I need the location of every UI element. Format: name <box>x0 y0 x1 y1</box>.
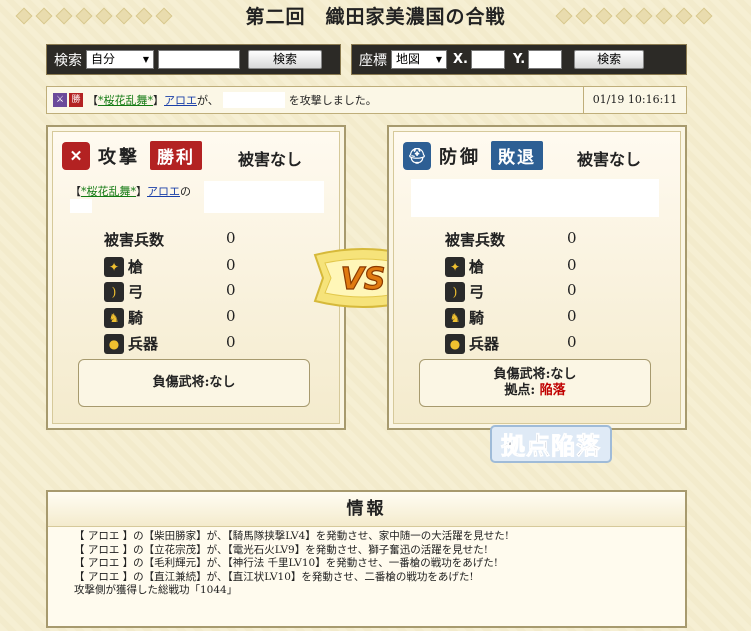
chevron-down-icon: ▼ <box>435 55 442 64</box>
defense-header: ⛑ 防御 敗退 <box>403 141 543 170</box>
bow-icon: ) <box>445 282 465 302</box>
defense-damage-status: 被害なし <box>577 150 642 169</box>
coordinate-bar: 座標 地図 ▼ X. Y. 検索 <box>351 44 687 75</box>
search-input[interactable] <box>158 50 240 69</box>
attack-alliance-link[interactable]: *桜花乱舞* <box>81 185 136 198</box>
bow-icon: ) <box>104 282 124 302</box>
defense-unit-weapon: 兵器 <box>469 335 500 353</box>
defense-owner-redacted <box>411 179 659 217</box>
search-scope-value: 自分 <box>91 52 116 66</box>
defense-injured-box: 負傷武将:なし 拠点: 陥落 <box>419 359 651 407</box>
target-redacted <box>222 92 285 108</box>
attack-header: ✕ 攻撃 勝利 <box>62 141 202 170</box>
horse-icon: ♞ <box>445 308 465 328</box>
attack-unit-cavalry: 騎 <box>128 309 144 327</box>
attack-injured-generals: 負傷武将:なし <box>152 375 236 390</box>
spear-icon: ✦ <box>104 257 124 277</box>
attack-panel: ✕ 攻撃 勝利 被害なし 【*桜花乱舞*】アロエの 被害兵数 0 ✦ 槍 0 )… <box>46 125 346 430</box>
attack-owner: 【*桜花乱舞*】アロエの <box>70 183 191 199</box>
info-lines: 【 アロエ 】の【柴田勝家】が、【騎馬隊挟撃LV4】を発動させ、家中随一の大活躍… <box>74 530 509 598</box>
weapon-icon: ● <box>104 334 124 354</box>
defense-losses-label: 被害兵数 <box>445 231 506 249</box>
log-timestamp: 01/19 10:16:11 <box>583 87 686 113</box>
base-label: 拠点: <box>504 383 536 398</box>
base-fallen-value: 陥落 <box>539 383 566 398</box>
map-select-value: 地図 <box>396 52 421 66</box>
defense-unit-spear: 槍 <box>469 258 485 276</box>
player-link[interactable]: アロエ <box>164 92 197 108</box>
info-heading: 情報 <box>48 492 685 527</box>
attack-unit-bow: 弓 <box>128 283 144 301</box>
base-fallen-emblem: 拠点陥落 <box>490 425 612 463</box>
alliance-link[interactable]: *桜花乱舞* <box>98 92 153 108</box>
defense-result-badge: 敗退 <box>491 141 543 170</box>
battle-log-row: ⚔ 勝 【 *桜花乱舞* 】 アロエ が、 を攻撃しました。 01/19 10:… <box>46 86 687 114</box>
log-text-ga: が、 <box>197 94 219 107</box>
attack-injured-box: 負傷武将:なし <box>78 359 310 407</box>
defense-injured-generals: 負傷武将:なし <box>493 367 577 382</box>
search-scope-select[interactable]: 自分 ▼ <box>86 50 154 69</box>
x-coordinate-input[interactable] <box>470 50 505 69</box>
attack-unit-weapon: 兵器 <box>128 335 159 353</box>
coordinate-label: 座標 <box>359 52 387 69</box>
defense-unit-cavalry-value: 0 <box>567 307 577 325</box>
chevron-down-icon: ▼ <box>142 55 149 64</box>
defense-panel: ⛑ 防御 敗退 被害なし 被害兵数 0 ✦ 槍 0 ) 弓 0 ♞ 騎 0 ● … <box>387 125 687 430</box>
defense-base-status: 拠点: 陥落 <box>420 383 650 399</box>
log-bracket-open: 【 <box>87 94 98 107</box>
attack-damage-status: 被害なし <box>238 150 303 169</box>
info-line: 攻撃側が獲得した総戦功「1044」 <box>74 584 238 596</box>
attack-unit-spear-value: 0 <box>226 256 236 274</box>
base-fallen-text: 拠点陥落 <box>501 431 601 460</box>
weapon-icon: ● <box>445 334 465 354</box>
y-label: Y. <box>512 52 526 67</box>
defense-unit-bow: 弓 <box>469 283 485 301</box>
attack-unit-bow-value: 0 <box>226 281 236 299</box>
spear-icon: ✦ <box>445 257 465 277</box>
attack-base-redacted <box>204 181 324 213</box>
attack-losses-value: 0 <box>226 229 236 247</box>
owner-bracket-close: 】 <box>136 185 147 198</box>
attack-unit-spear: 槍 <box>128 258 144 276</box>
page-title: 第二回 織田家美濃国の合戦 <box>245 6 506 28</box>
horse-icon: ♞ <box>104 308 124 328</box>
attack-title: 攻撃 <box>98 146 140 168</box>
defense-title: 防御 <box>439 146 481 168</box>
info-panel: 情報 【 アロエ 】の【柴田勝家】が、【騎馬隊挟撃LV4】を発動させ、家中随一の… <box>46 490 687 628</box>
search-button[interactable]: 検索 <box>248 50 322 69</box>
map-select[interactable]: 地図 ▼ <box>391 50 447 69</box>
owner-bracket-open: 【 <box>70 185 81 198</box>
info-line: 【 アロエ 】の【立花宗茂】が、【電光石火LV9】を発動させ、獅子奮迅の活躍を見… <box>74 543 488 556</box>
swords-icon: ⚔ <box>53 93 67 107</box>
coordinate-search-button[interactable]: 検索 <box>574 50 645 69</box>
attack-unit-cavalry-value: 0 <box>226 307 236 325</box>
attack-losses-label: 被害兵数 <box>104 231 165 249</box>
y-coordinate-input[interactable] <box>528 50 563 69</box>
crossed-swords-icon: ✕ <box>62 141 90 170</box>
helmet-icon: ⛑ <box>403 141 431 170</box>
defense-unit-spear-value: 0 <box>567 256 577 274</box>
info-line: 【 アロエ 】の【直江兼続】が、【直江状LV10】を発動させ、二番槍の戦功をあげ… <box>74 570 474 583</box>
defense-unit-bow-value: 0 <box>567 281 577 299</box>
attack-player-link[interactable]: アロエ <box>147 185 180 198</box>
defense-losses-value: 0 <box>567 229 577 247</box>
win-badge: 勝 <box>69 93 83 107</box>
attack-base-redacted-2 <box>70 199 92 213</box>
info-line: 【 アロエ 】の【毛利輝元】が、【神行法 千里LV10】を発動させ、一番槍の戦功… <box>74 557 498 569</box>
log-bracket-close: 】 <box>153 94 164 107</box>
defense-unit-weapon-value: 0 <box>567 333 577 351</box>
log-text-attacked: を攻撃しました。 <box>288 94 377 107</box>
search-label: 検索 <box>54 52 82 69</box>
owner-suffix: の <box>180 185 191 198</box>
attack-result-badge: 勝利 <box>150 141 202 170</box>
vs-text: VS <box>341 262 386 297</box>
x-label: X. <box>453 52 468 67</box>
search-bar: 検索 自分 ▼ 検索 <box>46 44 341 75</box>
attack-unit-weapon-value: 0 <box>226 333 236 351</box>
info-line: 【 アロエ 】の【柴田勝家】が、【騎馬隊挟撃LV4】を発動させ、家中随一の大活躍… <box>74 530 509 542</box>
defense-unit-cavalry: 騎 <box>469 309 485 327</box>
